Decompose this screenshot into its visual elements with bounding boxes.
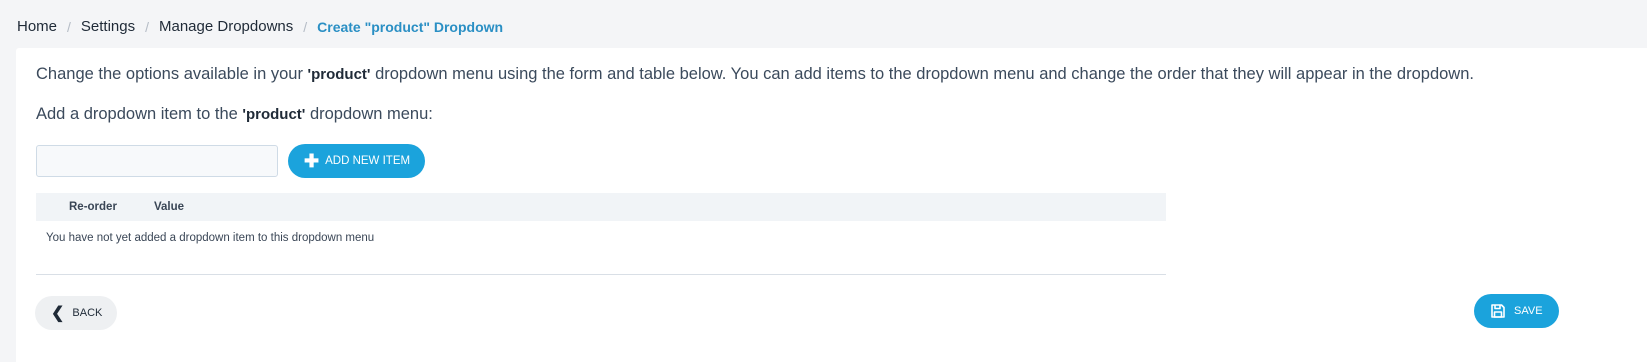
chevron-left-icon: ❮ bbox=[51, 305, 65, 322]
intro-text: Change the options available in your 'pr… bbox=[36, 65, 1474, 84]
add-item-heading: Add a dropdown item to the 'product' dro… bbox=[36, 105, 433, 124]
table-empty-message: You have not yet added a dropdown item t… bbox=[46, 232, 375, 244]
plus-icon: ✚ bbox=[304, 151, 320, 171]
column-header-value: Value bbox=[154, 201, 185, 213]
back-button[interactable]: ❮ BACK bbox=[35, 296, 118, 330]
subhead-text-before: Add a dropdown item to the bbox=[36, 105, 243, 123]
new-item-input[interactable] bbox=[36, 145, 278, 177]
breadcrumb-manage-dropdowns[interactable]: Manage Dropdowns bbox=[159, 18, 293, 35]
breadcrumb-settings[interactable]: Settings bbox=[81, 18, 135, 35]
intro-dropdown-name: 'product' bbox=[307, 66, 371, 83]
main-card: Change the options available in your 'pr… bbox=[16, 48, 1647, 362]
intro-text-before: Change the options available in your bbox=[36, 65, 308, 83]
dropdown-items-table: Re-order Value You have not yet added a … bbox=[36, 193, 1166, 255]
breadcrumb-separator: / bbox=[303, 18, 308, 35]
breadcrumb: Home / Settings / Manage Dropdowns / Cre… bbox=[17, 18, 503, 35]
save-label: SAVE bbox=[1514, 305, 1543, 317]
add-new-item-label: ADD NEW ITEM bbox=[325, 155, 411, 167]
breadcrumb-current: Create "product" Dropdown bbox=[317, 18, 504, 35]
subhead-dropdown-name: 'product' bbox=[242, 106, 306, 123]
save-button[interactable]: SAVE bbox=[1474, 294, 1559, 328]
table-header: Re-order Value bbox=[36, 193, 1166, 221]
divider bbox=[36, 274, 1166, 275]
floppy-disk-icon bbox=[1490, 303, 1506, 319]
subhead-text-after: dropdown menu: bbox=[305, 105, 433, 123]
breadcrumb-separator: / bbox=[145, 18, 149, 35]
add-new-item-button[interactable]: ✚ ADD NEW ITEM bbox=[288, 144, 426, 178]
column-header-reorder: Re-order bbox=[69, 201, 117, 213]
back-label: BACK bbox=[72, 307, 103, 319]
breadcrumb-home[interactable]: Home bbox=[17, 18, 57, 35]
intro-text-after: dropdown menu using the form and table b… bbox=[370, 65, 1474, 83]
breadcrumb-separator: / bbox=[67, 18, 71, 35]
